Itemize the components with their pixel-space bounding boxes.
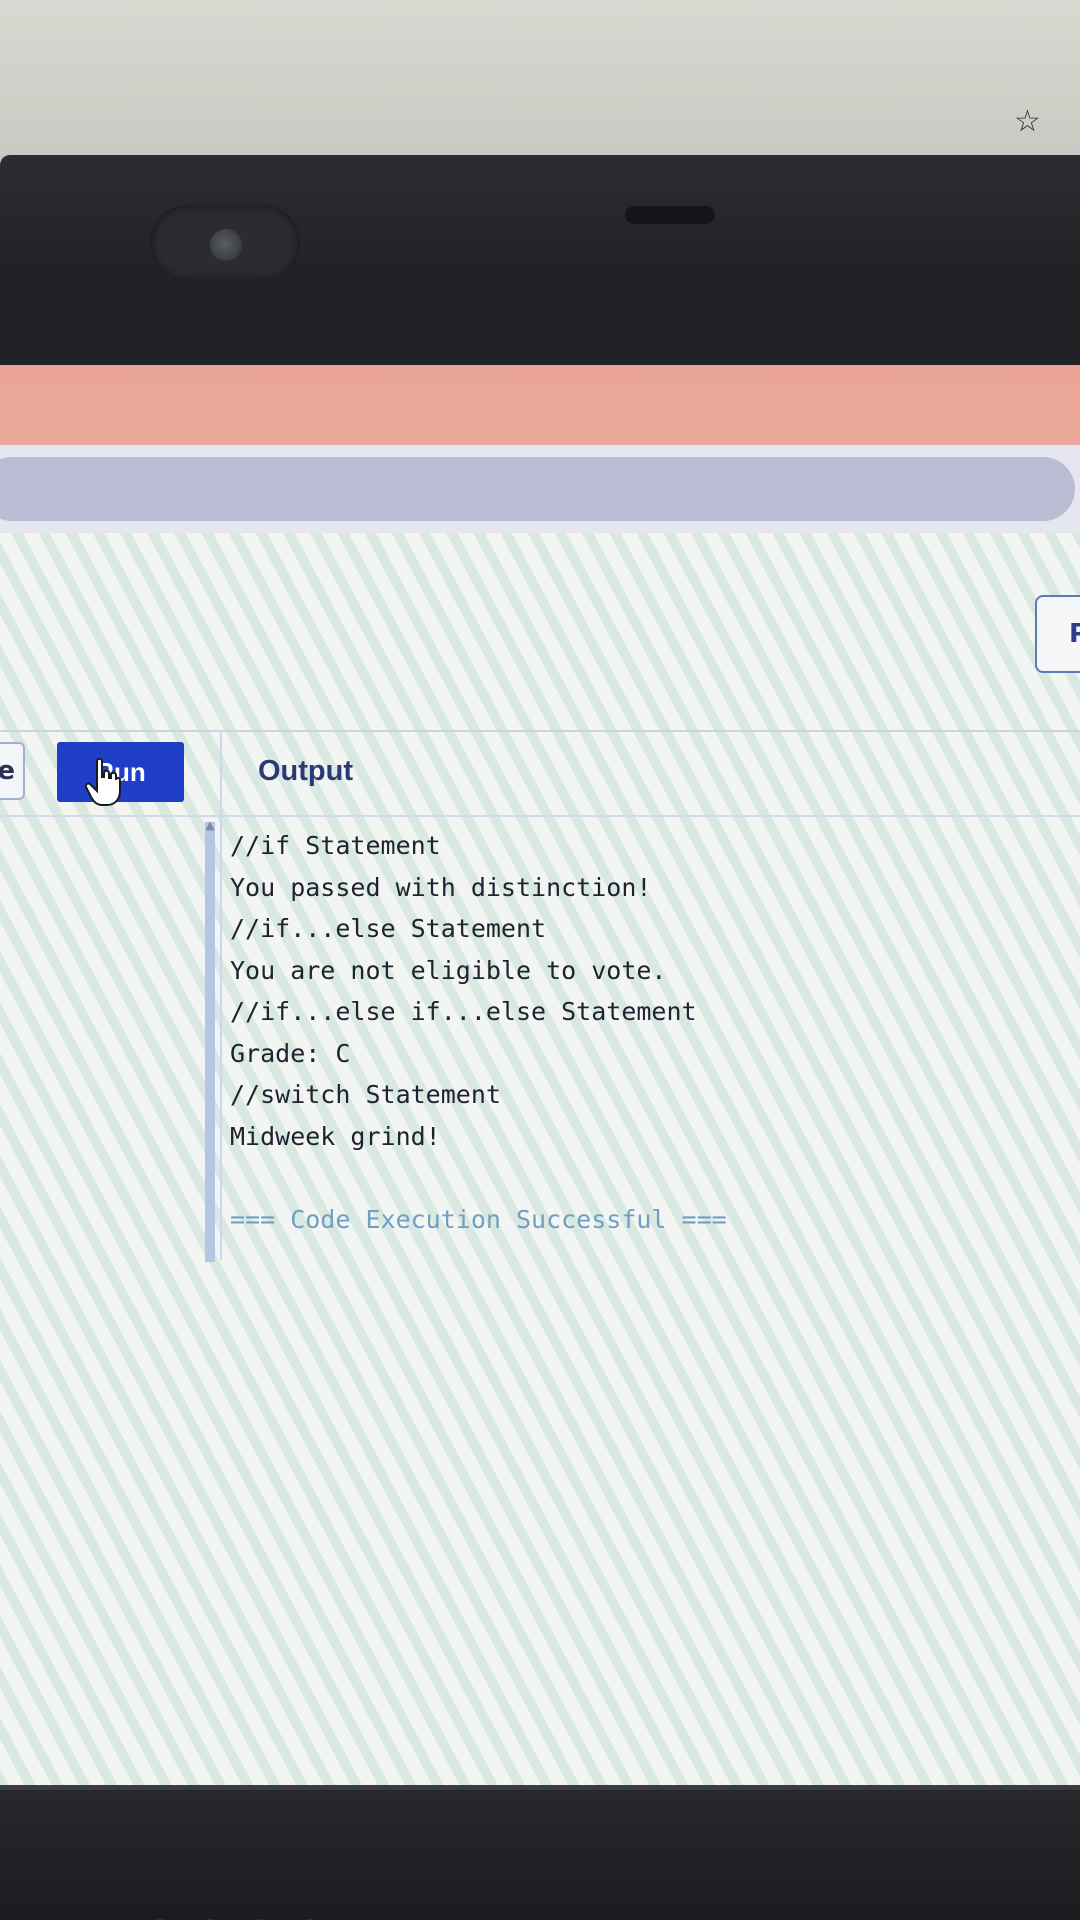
- output-scrollbar[interactable]: [205, 822, 215, 1262]
- browser-toolbar: [0, 445, 1080, 533]
- execution-success-message: === Code Execution Successful ===: [230, 1204, 727, 1234]
- browser-tab-bar[interactable]: [0, 365, 1080, 445]
- room-background: [0, 0, 1080, 160]
- brand-logo: [156, 1919, 314, 1920]
- console-line: You are not eligible to vote.: [230, 955, 667, 985]
- console-line: Midweek grind!: [230, 1121, 441, 1151]
- console-line: Grade: C: [230, 1038, 351, 1068]
- console-line: //if Statement: [230, 831, 441, 860]
- console-line: //switch Statement: [230, 1080, 501, 1109]
- top-right-button-label: P: [1069, 619, 1080, 649]
- left-cut-off-button[interactable]: e: [0, 742, 25, 800]
- console-line: //if...else if...else Statement: [230, 997, 697, 1026]
- toolbar-bottom-border: [0, 815, 1080, 817]
- toolbar-divider: [0, 730, 1080, 732]
- console-line: //if...else Statement: [230, 914, 547, 943]
- bookmark-star-icon[interactable]: ☆: [1014, 107, 1044, 137]
- console-line: You passed with distinction!: [230, 872, 652, 902]
- scroll-up-arrow-icon[interactable]: ▲: [205, 819, 215, 831]
- top-right-button[interactable]: P: [1035, 595, 1080, 673]
- output-console: //if Statement You passed with distincti…: [230, 825, 1050, 1240]
- microphone-slot: [625, 206, 715, 224]
- left-cut-off-button-label: e: [0, 756, 15, 786]
- panel-divider: [220, 730, 222, 1260]
- photo-frame: ☆ P e Run Output ▲ //if Statement You pa…: [0, 0, 1080, 1920]
- hand-pointer-cursor-icon: [85, 757, 121, 806]
- output-panel-title: Output: [258, 755, 354, 787]
- address-bar[interactable]: [0, 457, 1075, 521]
- webcam-icon: [210, 229, 242, 261]
